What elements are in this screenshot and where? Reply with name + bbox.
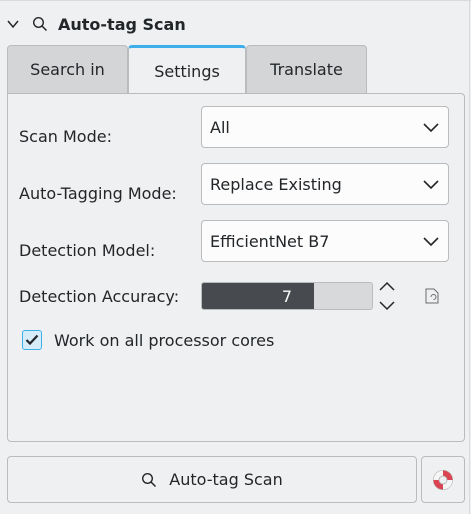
detection-accuracy-label: Detection Accuracy: bbox=[19, 286, 180, 306]
detection-model-row: Detection Model: bbox=[19, 229, 199, 271]
scan-mode-row: Scan Mode: bbox=[19, 115, 199, 157]
chevron-down-icon bbox=[423, 237, 439, 247]
tab-settings[interactable]: Settings bbox=[128, 45, 246, 94]
tagging-mode-value: Replace Existing bbox=[210, 174, 342, 194]
auto-tag-scan-label: Auto-tag Scan bbox=[169, 470, 283, 489]
help-button[interactable] bbox=[421, 456, 465, 503]
scan-mode-select[interactable]: All bbox=[201, 106, 449, 148]
detection-accuracy-row: Detection Accuracy: bbox=[19, 282, 199, 310]
chevron-down-icon bbox=[423, 123, 439, 133]
lifebuoy-icon bbox=[433, 469, 453, 490]
all-cores-label: Work on all processor cores bbox=[54, 330, 275, 350]
checkmark-icon bbox=[25, 334, 39, 346]
detection-model-label: Detection Model: bbox=[19, 240, 156, 260]
section-header[interactable]: Auto-tag Scan bbox=[6, 10, 186, 38]
scan-mode-label: Scan Mode: bbox=[19, 126, 112, 146]
detection-accuracy-slider[interactable]: 7 bbox=[201, 282, 373, 310]
tagging-mode-row: Auto-Tagging Mode: bbox=[19, 172, 199, 214]
tab-bar: Search in Settings Translate bbox=[7, 45, 367, 94]
scan-mode-value: All bbox=[210, 117, 230, 137]
search-icon bbox=[142, 472, 157, 487]
reset-default-icon[interactable] bbox=[425, 288, 439, 304]
all-cores-checkbox[interactable]: Work on all processor cores bbox=[22, 330, 274, 350]
tab-search-in[interactable]: Search in bbox=[7, 45, 128, 93]
right-border bbox=[469, 0, 470, 514]
tab-translate[interactable]: Translate bbox=[246, 45, 367, 93]
chevron-down-icon bbox=[423, 180, 439, 190]
detection-model-select[interactable]: EfficientNet B7 bbox=[201, 220, 449, 262]
auto-tag-scan-button[interactable]: Auto-tag Scan bbox=[7, 456, 417, 503]
tagging-mode-label: Auto-Tagging Mode: bbox=[19, 183, 177, 203]
checkbox-box[interactable] bbox=[22, 330, 42, 350]
tagging-mode-select[interactable]: Replace Existing bbox=[201, 163, 449, 205]
chevron-down-icon[interactable] bbox=[6, 17, 20, 31]
spin-updown-icon[interactable] bbox=[378, 280, 396, 312]
section-title: Auto-tag Scan bbox=[58, 14, 186, 34]
search-icon bbox=[32, 16, 48, 32]
detection-accuracy-value: 7 bbox=[281, 286, 293, 306]
detection-model-value: EfficientNet B7 bbox=[210, 231, 330, 251]
top-border bbox=[0, 0, 471, 1]
settings-panel: Scan Mode: All Auto-Tagging Mode: Replac… bbox=[7, 93, 465, 442]
